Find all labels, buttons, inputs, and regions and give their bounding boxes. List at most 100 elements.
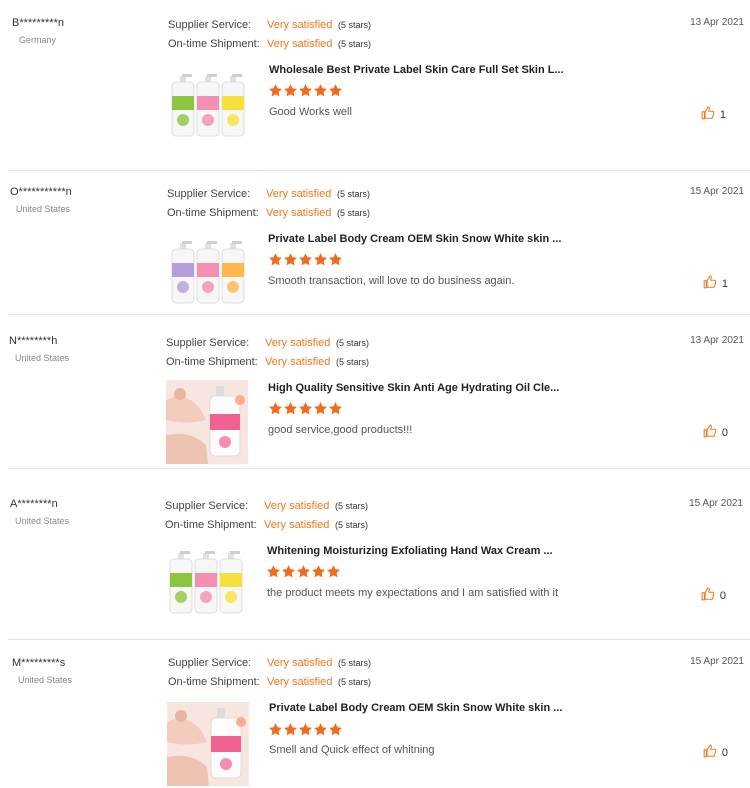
like-button[interactable]: 0 <box>703 744 728 761</box>
star-rating <box>268 401 343 417</box>
review-card: M*********s United States Supplier Servi… <box>0 640 750 788</box>
like-count: 1 <box>721 277 728 290</box>
supplier-service-rating: Supplier Service: Very satisfied (5 stars) <box>165 498 368 514</box>
star-icon <box>284 253 297 266</box>
ontime-shipment-stars: (5 stars) <box>338 39 372 49</box>
product-thumbnail[interactable] <box>167 702 249 786</box>
buyer-name: N********h <box>9 335 58 347</box>
buyer-name: A********n <box>10 498 58 510</box>
product-thumbnail[interactable] <box>166 74 248 138</box>
star-icon <box>269 253 282 266</box>
ontime-shipment-rating: On-time Shipment: Very satisfied (5 stars) <box>165 517 368 533</box>
supplier-service-value: Very satisfied <box>264 500 330 512</box>
star-icon <box>329 723 342 736</box>
supplier-service-stars: (5 stars) <box>336 338 370 348</box>
star-rating <box>268 83 343 99</box>
ontime-shipment-rating: On-time Shipment: Very satisfied (5 stars) <box>167 205 370 221</box>
star-icon <box>299 84 312 97</box>
ontime-shipment-value: Very satisfied <box>267 38 333 50</box>
ontime-shipment-stars: (5 stars) <box>338 677 372 687</box>
thumbs-up-icon <box>701 106 720 123</box>
star-icon <box>269 723 282 736</box>
product-title-link[interactable]: Private Label Body Cream OEM Skin Snow W… <box>269 702 562 714</box>
like-button[interactable]: 1 <box>701 106 726 123</box>
ontime-shipment-stars: (5 stars) <box>335 520 369 530</box>
review-date: 15 Apr 2021 <box>690 186 744 197</box>
supplier-service-stars: (5 stars) <box>337 189 371 199</box>
supplier-service-rating: Supplier Service: Very satisfied (5 stars) <box>168 655 371 671</box>
divider <box>8 468 750 469</box>
star-rating <box>268 252 343 268</box>
ontime-shipment-stars: (5 stars) <box>336 357 370 367</box>
like-button[interactable]: 0 <box>701 587 726 604</box>
star-rating <box>266 564 341 580</box>
star-icon <box>329 402 342 415</box>
like-button[interactable]: 1 <box>703 275 728 292</box>
star-icon <box>327 565 340 578</box>
buyer-country: Germany <box>19 35 57 45</box>
star-icon <box>267 565 280 578</box>
ontime-shipment-rating: On-time Shipment: Very satisfied (5 stars) <box>168 36 371 52</box>
review-date: 15 Apr 2021 <box>690 656 744 667</box>
review-comment: Good Works well <box>269 106 352 118</box>
supplier-service-stars: (5 stars) <box>335 501 369 511</box>
supplier-service-label: Supplier Service: <box>168 19 252 31</box>
product-title-link[interactable]: Private Label Body Cream OEM Skin Snow W… <box>268 233 561 245</box>
product-title-link[interactable]: High Quality Sensitive Skin Anti Age Hyd… <box>268 382 559 394</box>
product-thumbnail[interactable] <box>166 380 248 464</box>
ontime-shipment-label: On-time Shipment: <box>165 519 257 531</box>
ontime-shipment-rating: On-time Shipment: Very satisfied (5 stars) <box>168 674 371 690</box>
like-button[interactable]: 0 <box>703 424 728 441</box>
supplier-service-value: Very satisfied <box>267 657 333 669</box>
product-thumbnail[interactable] <box>164 551 246 615</box>
supplier-service-label: Supplier Service: <box>168 657 252 669</box>
divider <box>8 314 750 315</box>
like-count: 0 <box>721 746 728 759</box>
star-icon <box>299 402 312 415</box>
ontime-shipment-value: Very satisfied <box>265 356 331 368</box>
review-date: 15 Apr 2021 <box>689 498 743 509</box>
supplier-service-stars: (5 stars) <box>338 20 372 30</box>
buyer-country: United States <box>15 353 70 363</box>
star-icon <box>284 402 297 415</box>
review-comment: good service,good products!!! <box>268 424 413 436</box>
review-comment: the product meets my expectations and I … <box>267 587 559 599</box>
ontime-shipment-rating: On-time Shipment: Very satisfied (5 stars) <box>166 354 369 370</box>
star-icon <box>284 723 297 736</box>
buyer-country: United States <box>15 516 70 526</box>
thumbs-up-icon <box>703 424 722 441</box>
review-date: 13 Apr 2021 <box>690 17 744 28</box>
review-comment: Smooth transaction, will love to do busi… <box>268 275 515 287</box>
review-card: N********h United States Supplier Servic… <box>0 318 750 468</box>
product-title-link[interactable]: Wholesale Best Private Label Skin Care F… <box>269 64 564 76</box>
review-date: 13 Apr 2021 <box>690 335 744 346</box>
star-icon <box>314 84 327 97</box>
like-count: 1 <box>719 108 726 121</box>
star-icon <box>269 402 282 415</box>
star-icon <box>282 565 295 578</box>
supplier-service-value: Very satisfied <box>265 337 331 349</box>
star-icon <box>312 565 325 578</box>
supplier-service-rating: Supplier Service: Very satisfied (5 stars) <box>168 17 371 33</box>
star-icon <box>269 84 282 97</box>
star-icon <box>314 253 327 266</box>
ontime-shipment-label: On-time Shipment: <box>168 38 260 50</box>
supplier-service-rating: Supplier Service: Very satisfied (5 stars) <box>166 335 369 351</box>
like-count: 0 <box>721 426 728 439</box>
like-count: 0 <box>719 589 726 602</box>
buyer-name: O***********n <box>10 186 72 198</box>
thumbs-up-icon <box>701 587 720 604</box>
ontime-shipment-label: On-time Shipment: <box>167 207 259 219</box>
star-icon <box>284 84 297 97</box>
product-thumbnail[interactable] <box>166 241 248 305</box>
supplier-service-label: Supplier Service: <box>165 500 249 512</box>
supplier-service-label: Supplier Service: <box>167 188 251 200</box>
review-card: B*********n Germany Supplier Service: Ver… <box>0 0 750 170</box>
ontime-shipment-value: Very satisfied <box>266 207 332 219</box>
product-title-link[interactable]: Whitening Moisturizing Exfoliating Hand … <box>267 545 553 557</box>
buyer-country: United States <box>16 204 71 214</box>
buyer-name: M*********s <box>12 657 66 669</box>
supplier-service-value: Very satisfied <box>267 19 333 31</box>
supplier-service-label: Supplier Service: <box>166 337 250 349</box>
supplier-service-value: Very satisfied <box>266 188 332 200</box>
